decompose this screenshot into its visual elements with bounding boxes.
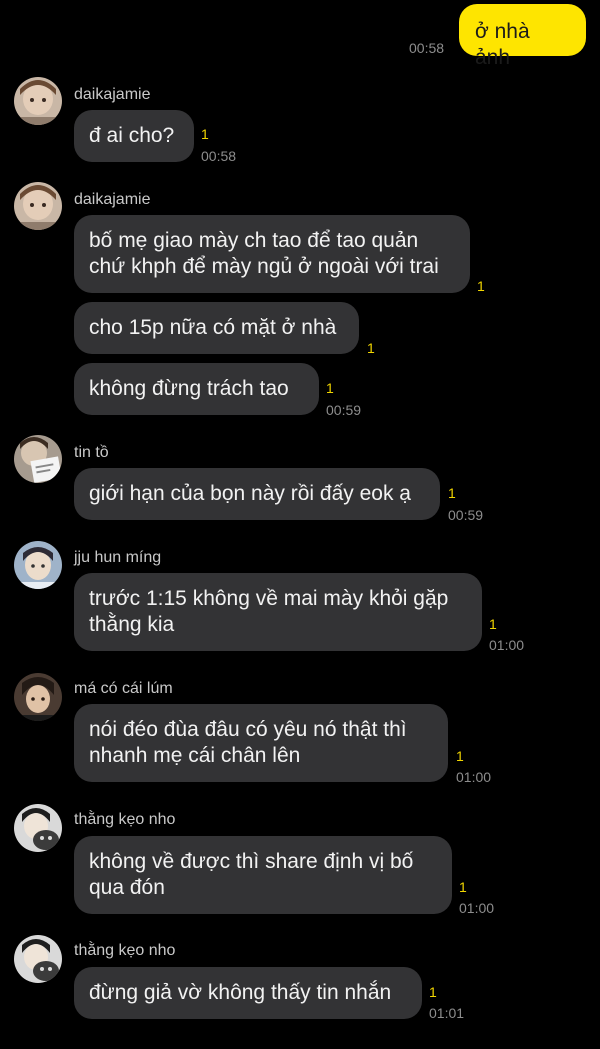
- unread-count: 1: [477, 278, 485, 294]
- message-time: 01:00: [456, 769, 492, 785]
- message-time: 00:59: [448, 507, 484, 523]
- message-bubble[interactable]: không về được thì share định vị bố qua đ…: [74, 836, 452, 914]
- avatar-ma-co-cai-lum[interactable]: [14, 673, 62, 721]
- avatar-thang-keo-nho[interactable]: [14, 935, 62, 983]
- unread-count: 1: [456, 748, 464, 764]
- unread-count: 1: [201, 126, 209, 142]
- message-time: 00:58: [201, 148, 237, 164]
- avatar-tin-to[interactable]: [14, 435, 62, 483]
- message-bubble[interactable]: đ ai cho?: [74, 110, 194, 162]
- message-time: 00:58: [409, 40, 445, 56]
- message-bubble[interactable]: bố mẹ giao mày ch tao để tao quản chứ kh…: [74, 215, 470, 293]
- unread-count: 1: [429, 984, 437, 1000]
- message-bubble[interactable]: giới hạn của bọn này rồi đấy eok ạ: [74, 468, 440, 520]
- unread-count: 1: [326, 380, 334, 396]
- unread-count: 1: [489, 616, 497, 632]
- outgoing-message-bubble[interactable]: ở nhà ảnh: [459, 4, 586, 69]
- avatar-daikajamie[interactable]: [14, 77, 62, 125]
- message-bubble[interactable]: trước 1:15 không về mai mày khỏi gặp thằ…: [74, 573, 482, 651]
- sender-name: thằng kẹo nho: [74, 942, 176, 959]
- sender-name: jju hun míng: [74, 549, 162, 566]
- avatar-jju-hun-ming[interactable]: [14, 541, 62, 589]
- message-time: 01:00: [489, 637, 525, 653]
- message-bubble[interactable]: đừng giả vờ không thấy tin nhắn: [74, 967, 422, 1019]
- message-time: 01:01: [429, 1005, 465, 1021]
- sender-name: tin tồ: [74, 444, 109, 461]
- sender-name: thằng kẹo nho: [74, 811, 176, 828]
- message-bubble[interactable]: không đừng trách tao: [74, 363, 319, 415]
- message-time: 01:00: [459, 900, 495, 916]
- avatar-thang-keo-nho[interactable]: [14, 804, 62, 852]
- sender-name: má có cái lúm: [74, 680, 173, 697]
- sender-name: daikajamie: [74, 86, 151, 103]
- message-bubble[interactable]: cho 15p nữa có mặt ở nhà: [74, 302, 359, 354]
- unread-count: 1: [459, 879, 467, 895]
- unread-count: 1: [448, 485, 456, 501]
- avatar-daikajamie[interactable]: [14, 182, 62, 230]
- message-time: 00:59: [326, 402, 362, 418]
- unread-count: 1: [367, 340, 375, 356]
- sender-name: daikajamie: [74, 191, 151, 208]
- message-bubble[interactable]: nói đéo đùa đâu có yêu nó thật thì nhanh…: [74, 704, 448, 782]
